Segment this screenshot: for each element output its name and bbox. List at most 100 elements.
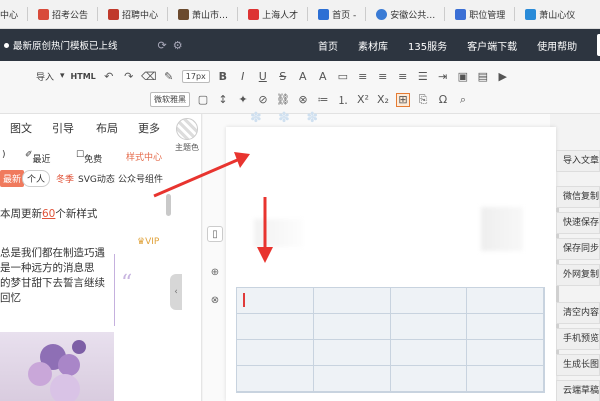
generate-long-image-button[interactable]: 生成长图 — [556, 354, 600, 376]
html-button[interactable]: HTML — [71, 72, 96, 81]
bookmark-item[interactable]: 招考公告 — [38, 7, 99, 21]
clear-content-button[interactable]: 清空内容 — [556, 302, 600, 324]
close-icon[interactable]: ⊗ — [207, 292, 223, 308]
align-left-icon[interactable]: ≡ — [356, 69, 370, 83]
filter-free[interactable]: ☐ 免费 — [76, 150, 102, 165]
code-icon[interactable]: ⎘ — [416, 93, 430, 107]
subscript-icon[interactable]: X₂ — [376, 93, 390, 107]
quick-save-button[interactable]: 快速保存 — [556, 212, 600, 234]
numbered-list-icon[interactable]: ⒈ — [336, 93, 350, 107]
format-painter-icon[interactable]: ✎ — [162, 69, 176, 83]
align-right-icon[interactable]: ≡ — [396, 69, 410, 83]
superscript-icon[interactable]: X² — [356, 93, 370, 107]
border-icon[interactable]: ▢ — [196, 93, 210, 107]
style-card[interactable]: 总是我们都在制造巧遇 是一种远方的消息思 的梦甘甜下去誓言继续 回忆 — [0, 246, 110, 332]
video-icon[interactable]: ▶ — [496, 69, 510, 83]
table-cell[interactable] — [313, 288, 391, 314]
filter-recent[interactable]: ✐ 最近 — [25, 150, 51, 165]
font-size-select[interactable]: 17px — [181, 69, 210, 83]
table-cell[interactable] — [237, 340, 314, 366]
add-page-icon[interactable]: ⊕ — [207, 264, 223, 280]
special-char-icon[interactable]: Ω — [436, 93, 450, 107]
table-cell[interactable] — [467, 314, 544, 340]
letter-spacing-icon[interactable]: ▭ — [336, 69, 350, 83]
settings-icon[interactable]: ⚙ — [173, 39, 183, 52]
align-center-icon[interactable]: ≡ — [376, 69, 390, 83]
bullet-list-icon[interactable]: ≔ — [316, 93, 330, 107]
import-button[interactable]: 导入 — [36, 70, 54, 83]
wechat-copy-button[interactable]: 微信复制 — [556, 186, 600, 208]
tag-personal[interactable]: 个人 — [22, 170, 51, 187]
cloud-draft-button[interactable]: 云端草稿 — [556, 380, 600, 401]
zoom-icon[interactable]: ⌕ — [456, 93, 470, 107]
nav-home[interactable]: 首页 — [318, 38, 338, 53]
undo-icon[interactable]: ↶ — [102, 69, 116, 83]
save-sync-button[interactable]: 保存同步 — [556, 238, 600, 260]
tag-svg[interactable]: SVG动态 — [78, 172, 115, 185]
redo-icon[interactable]: ↷ — [122, 69, 136, 83]
bold-icon[interactable]: B — [216, 69, 230, 83]
table-cell[interactable] — [390, 366, 468, 392]
weekly-count[interactable]: 60 — [42, 208, 55, 220]
table-cell[interactable] — [237, 366, 314, 392]
table-cell[interactable] — [237, 288, 314, 314]
bookmark-item[interactable]: 首页 - — [318, 7, 367, 21]
underline-icon[interactable]: U — [256, 69, 270, 83]
nav-client-download[interactable]: 客户端下载 — [467, 38, 517, 53]
bouquet-image[interactable] — [0, 332, 114, 401]
magic-wand-icon[interactable]: ✦ — [236, 93, 250, 107]
line-height-icon[interactable]: ☰ — [416, 69, 430, 83]
tab-layout[interactable]: 布局 — [96, 120, 118, 136]
paragraph-spacing-icon[interactable]: ↕ — [216, 93, 230, 107]
tab-guide[interactable]: 引导 — [52, 120, 74, 136]
table-cell[interactable] — [467, 288, 544, 314]
unlink-icon[interactable]: ⊗ — [296, 93, 310, 107]
external-copy-button[interactable]: 外网复制 — [556, 264, 600, 286]
eraser-icon[interactable]: ⌫ — [141, 69, 157, 83]
bookmark-item[interactable]: 上海人才 — [248, 7, 309, 21]
vip-badge: ♛VIP — [137, 237, 160, 247]
promo-banner[interactable]: 最新原创热门模板已上线 — [0, 38, 118, 52]
bookmark-item[interactable]: 萧山市… — [178, 7, 239, 21]
filter-scroll-left-icon[interactable]: ) — [2, 150, 6, 160]
table-cell[interactable] — [313, 314, 391, 340]
table-cell[interactable] — [237, 314, 314, 340]
image-icon[interactable]: ▣ — [456, 69, 470, 83]
table-cell[interactable] — [467, 340, 544, 366]
tag-winter[interactable]: 冬季 — [56, 172, 74, 185]
link-icon[interactable]: ⛓ — [276, 93, 290, 107]
italic-icon[interactable]: I — [236, 69, 250, 83]
bookmark-item[interactable]: 中心 — [0, 7, 29, 21]
dropdown-arrow-icon[interactable]: ▾ — [60, 71, 65, 81]
gallery-icon[interactable]: ▤ — [476, 69, 490, 83]
background-color-icon[interactable]: A — [316, 69, 330, 83]
font-color-icon[interactable]: A — [296, 69, 310, 83]
table-cell[interactable] — [313, 366, 391, 392]
import-article-button[interactable]: 导入文章 — [556, 150, 600, 172]
nav-services[interactable]: 135服务 — [408, 38, 447, 53]
collapse-panel-button[interactable]: ‹ — [170, 274, 182, 310]
strikethrough-icon[interactable]: S — [276, 69, 290, 83]
tag-new[interactable]: 最新 — [0, 170, 25, 187]
bookmark-item[interactable]: 萧山心仪 — [525, 8, 575, 21]
tab-more[interactable]: 更多 — [138, 120, 160, 136]
table-icon[interactable]: ⊞ — [396, 92, 410, 107]
indent-icon[interactable]: ⇥ — [436, 69, 450, 83]
mobile-preview-button[interactable]: 手机预览 — [556, 328, 600, 350]
table-cell[interactable] — [467, 366, 544, 392]
refresh-icon[interactable]: ⟳ — [158, 39, 167, 52]
table-cell[interactable] — [313, 340, 391, 366]
table-cell[interactable] — [390, 340, 468, 366]
nav-materials[interactable]: 素材库 — [358, 38, 388, 53]
bookmark-item[interactable]: 职位管理 — [455, 7, 516, 21]
bookmark-item[interactable]: 招聘中心 — [108, 7, 169, 21]
table-cell[interactable] — [390, 288, 468, 314]
clear-format-icon[interactable]: ⊘ — [256, 93, 270, 107]
document-icon[interactable]: ▯ — [207, 226, 223, 242]
table-cell[interactable] — [390, 314, 468, 340]
tab-graphic[interactable]: 图文 — [10, 120, 32, 136]
font-family-select[interactable]: 微软雅黑 — [150, 92, 190, 107]
inserted-table[interactable] — [236, 287, 545, 393]
bookmark-item[interactable]: 安徽公共… — [376, 7, 446, 21]
nav-help[interactable]: 使用帮助 — [537, 38, 577, 53]
